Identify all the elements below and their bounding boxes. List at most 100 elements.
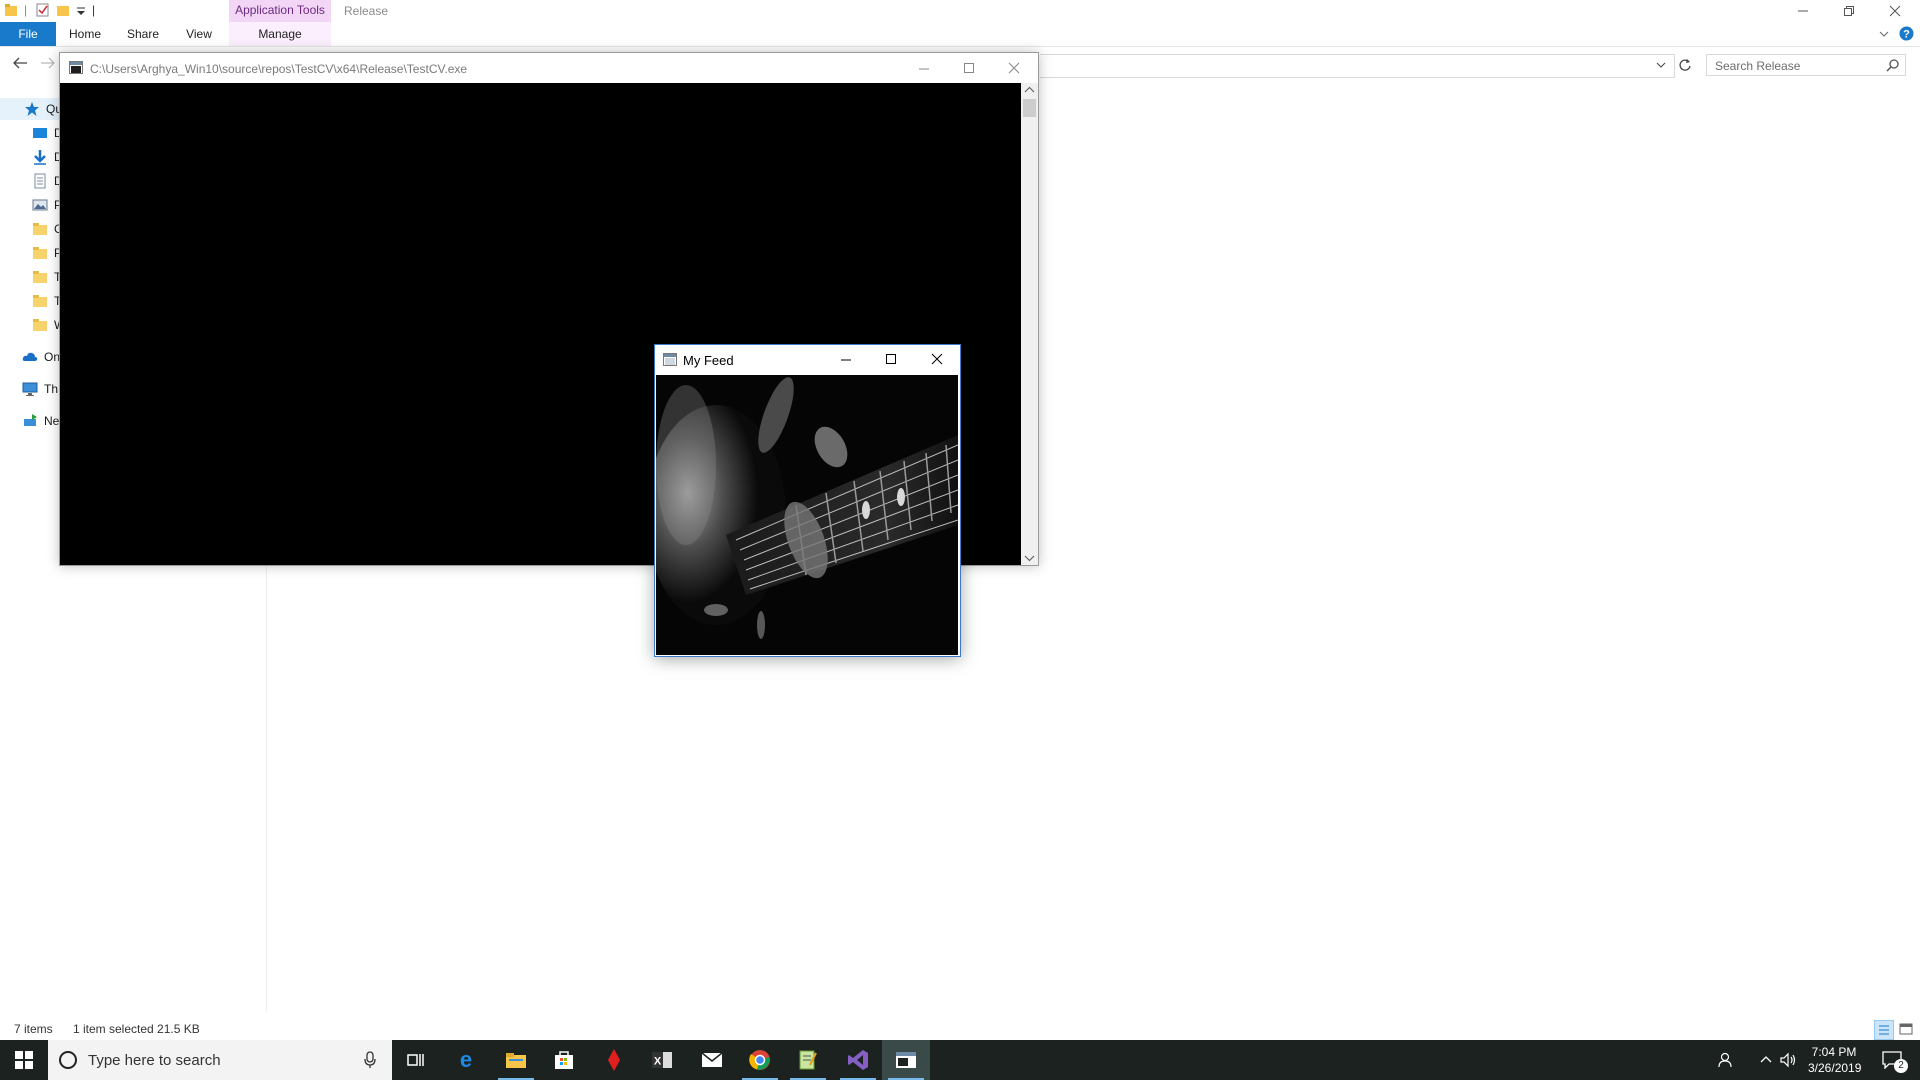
nav-label: Ne [44, 414, 60, 428]
taskbar: Type here to search e X 7:04 PM 3/26/201… [0, 1040, 1920, 1080]
task-view-icon [407, 1054, 424, 1066]
nav-item-folder-t1[interactable]: T [32, 266, 61, 288]
tab-share[interactable]: Share [124, 22, 162, 46]
ribbon-tabs: File Home Share View Manage ? [0, 22, 1920, 47]
edge-button[interactable]: e [442, 1040, 490, 1080]
pictures-icon [32, 197, 48, 213]
chrome-button[interactable] [736, 1040, 784, 1080]
visual-studio-button[interactable] [834, 1040, 882, 1080]
folder-icon [32, 221, 48, 237]
large-icons-view-icon[interactable] [1898, 1021, 1914, 1037]
microphone-icon[interactable] [364, 1051, 376, 1069]
nav-item-folder-p[interactable]: P [32, 242, 62, 264]
console-maximize-button[interactable] [963, 62, 975, 74]
scroll-down-icon[interactable] [1024, 554, 1035, 562]
separator: | [92, 3, 96, 17]
notepad-icon [799, 1050, 817, 1070]
quick-access-dropdown-icon[interactable] [76, 3, 86, 17]
excel-icon: X [652, 1052, 672, 1068]
tab-view[interactable]: View [182, 22, 216, 46]
item-count: 7 items [14, 1022, 53, 1036]
console-app-icon [69, 61, 83, 74]
folder-icon [32, 245, 48, 261]
red-app-button[interactable] [590, 1040, 638, 1080]
nav-item-network[interactable]: Ne [22, 410, 59, 432]
tab-manage[interactable]: Manage [229, 22, 331, 46]
properties-icon[interactable] [36, 3, 50, 17]
file-explorer-icon [506, 1053, 526, 1068]
minimize-button[interactable] [1780, 0, 1826, 22]
clock-time: 7:04 PM [1811, 1045, 1857, 1059]
feed-title: My Feed [683, 353, 734, 368]
window-title: Release [344, 4, 389, 18]
edge-icon: e [460, 1049, 472, 1071]
scroll-up-icon[interactable] [1024, 86, 1035, 94]
console-app-button[interactable] [882, 1040, 930, 1080]
address-dropdown-icon[interactable] [1656, 60, 1666, 70]
onedrive-icon [22, 349, 38, 365]
store-button[interactable] [540, 1040, 588, 1080]
chrome-icon [749, 1050, 770, 1070]
action-center-button[interactable]: 2 [1872, 1040, 1920, 1080]
volume-icon[interactable] [1780, 1052, 1798, 1068]
search-input[interactable]: Search Release [1706, 54, 1906, 76]
camera-feed-image [656, 375, 958, 655]
new-folder-icon[interactable] [56, 3, 70, 17]
feed-title-bar[interactable]: My Feed [655, 345, 960, 375]
taskbar-clock[interactable]: 7:04 PM 3/26/2019 [1808, 1044, 1862, 1076]
refresh-icon[interactable] [1678, 58, 1692, 72]
nav-item-this-pc[interactable]: Th [22, 378, 58, 400]
feed-close-button[interactable] [931, 353, 943, 365]
svg-text:X: X [654, 1056, 662, 1068]
task-view-button[interactable] [392, 1040, 440, 1080]
feed-maximize-button[interactable] [885, 353, 897, 365]
red-app-icon [608, 1049, 620, 1071]
visual-studio-icon [848, 1050, 868, 1070]
tab-home[interactable]: Home [66, 22, 104, 46]
restore-button[interactable] [1826, 0, 1872, 22]
desktop-icon [32, 125, 48, 141]
cortana-icon [58, 1050, 78, 1070]
console-title: C:\Users\Arghya_Win10\source\repos\TestC… [90, 62, 468, 76]
taskbar-search-box[interactable]: Type here to search [48, 1040, 392, 1080]
search-icon[interactable] [1886, 59, 1899, 72]
search-placeholder: Search Release [1715, 59, 1801, 73]
nav-item-onedrive[interactable]: On [22, 346, 60, 368]
folder-icon [32, 317, 48, 333]
start-button[interactable] [0, 1040, 48, 1080]
ribbon-expand-icon[interactable] [1878, 28, 1890, 40]
store-icon [555, 1051, 573, 1069]
feed-minimize-button[interactable] [840, 354, 852, 366]
nav-item-folder-t2[interactable]: T [32, 290, 61, 312]
my-feed-window[interactable]: My Feed [654, 344, 961, 657]
mail-button[interactable] [688, 1040, 736, 1080]
back-arrow-icon[interactable] [12, 56, 28, 70]
feed-app-icon [663, 353, 677, 366]
details-view-icon[interactable] [1874, 1020, 1894, 1040]
help-icon[interactable]: ? [1899, 26, 1914, 41]
folder-icon [32, 293, 48, 309]
close-button[interactable] [1872, 0, 1918, 22]
nav-item-pictures[interactable]: P [32, 194, 62, 216]
console-app-icon [896, 1052, 916, 1068]
this-pc-icon [22, 381, 38, 397]
console-minimize-button[interactable] [918, 63, 930, 75]
console-scrollbar[interactable] [1021, 83, 1038, 565]
file-explorer-button[interactable] [492, 1040, 540, 1080]
notification-count-badge: 2 [1894, 1059, 1908, 1073]
scrollbar-thumb[interactable] [1023, 99, 1036, 117]
people-icon[interactable] [1718, 1052, 1734, 1068]
folder-icon [4, 3, 18, 17]
console-close-button[interactable] [1008, 62, 1020, 74]
star-icon [24, 101, 40, 117]
forward-arrow-icon[interactable] [40, 56, 56, 70]
excel-button[interactable]: X [638, 1040, 686, 1080]
console-title-bar[interactable]: C:\Users\Arghya_Win10\source\repos\TestC… [60, 53, 1038, 83]
download-icon [32, 149, 48, 165]
notepad-button[interactable] [784, 1040, 832, 1080]
tab-file[interactable]: File [0, 22, 56, 46]
address-bar[interactable] [1040, 54, 1675, 78]
clock-date: 3/26/2019 [1808, 1061, 1862, 1075]
svg-text:e: e [460, 1049, 472, 1071]
show-hidden-icons-icon[interactable] [1760, 1054, 1772, 1064]
